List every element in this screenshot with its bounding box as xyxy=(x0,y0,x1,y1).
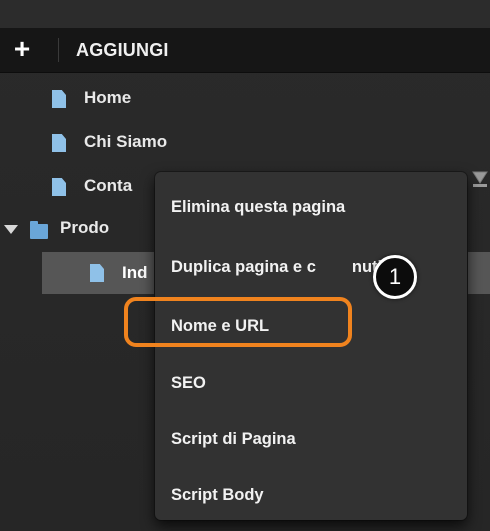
toolbar-divider xyxy=(58,38,59,62)
top-strip xyxy=(0,0,490,28)
tree-item-label: Ind xyxy=(122,263,148,282)
tree-item-home[interactable]: Home xyxy=(0,80,490,116)
expand-arrow-icon[interactable] xyxy=(4,225,18,234)
menu-item-seo[interactable]: SEO xyxy=(171,374,206,393)
menu-item-body-script[interactable]: Script Body xyxy=(171,486,264,505)
tree-item-label: Prodo xyxy=(60,218,110,237)
tree-item-label: Home xyxy=(84,88,132,107)
menu-item-duplicate-page[interactable]: Duplica pagina e c nuti xyxy=(171,258,382,277)
tree-item-prodotti[interactable]: Prodo xyxy=(0,210,160,246)
tree-item-chi-siamo[interactable]: Chi Siamo xyxy=(0,124,490,160)
tree-item-label: Conta xyxy=(84,176,133,195)
tree-item-label: Chi Siamo xyxy=(84,132,168,151)
chevron-down-icon[interactable] xyxy=(470,168,490,192)
page-tree-panel: + AGGIUNGI Home Chi Siamo Conta Prodo In… xyxy=(0,0,490,531)
menu-item-delete-page[interactable]: Elimina questa pagina xyxy=(171,198,345,217)
document-icon xyxy=(52,90,66,108)
add-button-label[interactable]: AGGIUNGI xyxy=(76,40,169,61)
document-icon xyxy=(52,178,66,196)
plus-icon[interactable]: + xyxy=(8,34,36,64)
tree-item-contatti[interactable]: Conta xyxy=(0,168,160,204)
menu-item-page-script[interactable]: Script di Pagina xyxy=(171,430,296,449)
highlight-box xyxy=(124,297,352,347)
add-bar[interactable]: + AGGIUNGI xyxy=(0,28,490,73)
menu-item-label: Duplica pagina e c xyxy=(171,258,316,276)
document-icon xyxy=(52,134,66,152)
document-icon xyxy=(90,264,104,282)
step-number-badge: 1 xyxy=(373,255,417,299)
folder-icon xyxy=(30,221,48,239)
